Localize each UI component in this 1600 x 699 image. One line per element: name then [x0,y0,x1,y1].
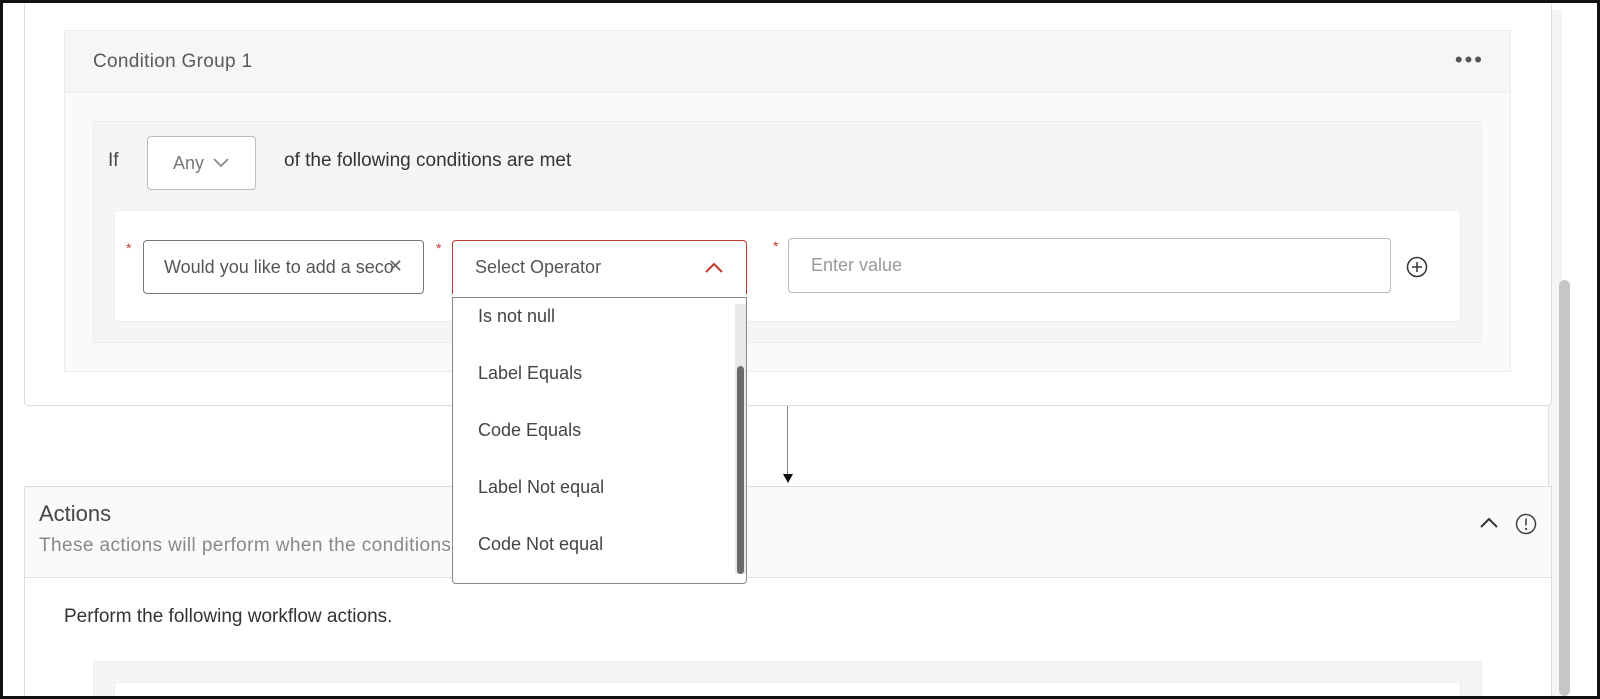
dropdown-option-label-equals[interactable]: Label Equals [478,363,582,384]
dropdown-option-code-not-equal[interactable]: Code Not equal [478,534,603,555]
arrow-down-icon [783,474,793,483]
add-circle-icon[interactable] [1406,256,1428,278]
action-row [114,682,1461,699]
condition-group-header: Condition Group 1 ••• [65,31,1510,93]
match-type-value: Any [172,152,205,173]
dropdown-option-label-not-equal[interactable]: Label Not equal [478,477,604,498]
perform-actions-text: Perform the following workflow actions. [64,606,393,627]
required-mark: * [773,238,779,254]
required-mark: * [126,240,132,256]
dropdown-option-is-not-null[interactable]: Is not null [478,306,555,327]
conditions-text: of the following conditions are met [284,150,572,171]
chevron-up-icon[interactable] [1479,517,1499,529]
required-mark: * [436,240,442,256]
if-label: If [108,150,119,171]
chevron-up-icon [705,262,723,273]
actions-header: Actions These actions will perform when … [25,487,1551,578]
more-horizontal-icon[interactable]: ••• [1455,47,1484,73]
value-input[interactable] [788,238,1391,293]
condition-group-title: Condition Group 1 [93,51,253,72]
clear-icon[interactable]: ✕ [388,256,403,277]
question-field[interactable]: Would you like to add a seco ✕ [143,240,424,294]
operator-select-placeholder: Select Operator [475,257,602,277]
page-scrollbar-thumb[interactable] [1559,280,1570,696]
match-type-select[interactable]: Any [147,136,256,190]
operator-dropdown-menu: Is not null Label Equals Code Equals Lab… [452,297,747,584]
dropdown-option-code-equals[interactable]: Code Equals [478,420,581,441]
flow-connector-line [787,406,788,476]
info-icon[interactable] [1515,513,1537,535]
question-field-value: Would you like to add a seco [164,256,394,277]
actions-title: Actions [39,501,112,526]
operator-select[interactable]: Select Operator [452,240,747,294]
dropdown-scrollbar-thumb[interactable] [737,366,744,574]
chevron-down-icon [213,158,229,168]
